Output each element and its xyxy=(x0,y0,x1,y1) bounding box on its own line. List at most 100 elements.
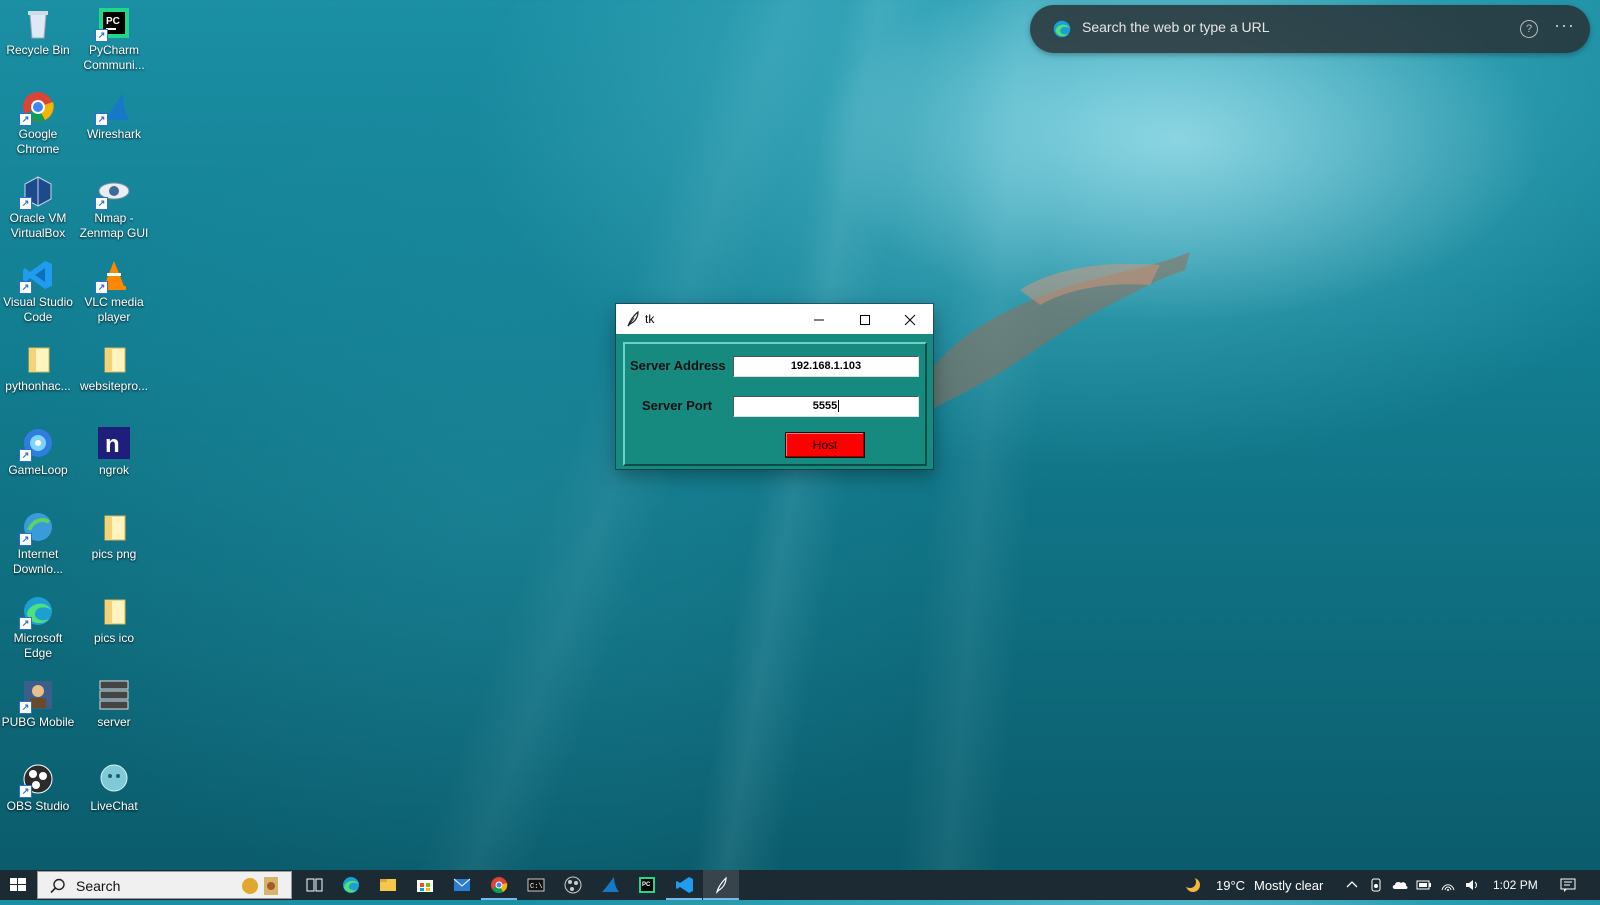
edge-icon xyxy=(1053,20,1071,38)
desktop-icon-wireshark[interactable]: ↗ Wireshark xyxy=(76,84,152,164)
desktop-icon-folder-websitepro[interactable]: websitepro... xyxy=(76,336,152,416)
taskbar-pycharm-button[interactable]: PC xyxy=(629,870,665,900)
close-button[interactable] xyxy=(887,304,933,334)
volume-icon[interactable] xyxy=(1464,877,1480,893)
desktop-icon-obs[interactable]: ↗ OBS Studio xyxy=(0,756,76,836)
text-caret xyxy=(838,400,840,413)
more-options-icon[interactable]: ··· xyxy=(1554,15,1575,36)
chevron-up-icon[interactable] xyxy=(1344,877,1360,893)
file-explorer-icon xyxy=(380,879,396,891)
desktop-icon-label: Google Chrome xyxy=(16,127,60,156)
weather-condition[interactable]: Mostly clear xyxy=(1254,878,1323,893)
desktop-icon-zenmap[interactable]: ↗ Nmap - Zenmap GUI xyxy=(76,168,152,248)
desktop-icon-label: server xyxy=(97,715,131,729)
edge-search-placeholder: Search the web or type a URL xyxy=(1082,19,1270,35)
server-port-label: Server Port xyxy=(642,398,713,413)
chrome-icon xyxy=(491,877,508,894)
desktop-icon-idm[interactable]: ↗ Internet Downlo... xyxy=(0,504,76,584)
battery-icon[interactable] xyxy=(1416,877,1432,893)
taskbar-obs-button[interactable] xyxy=(555,870,591,900)
desktop-icon-virtualbox[interactable]: ↗ Oracle VM VirtualBox xyxy=(0,168,76,248)
taskbar-wireshark-button[interactable] xyxy=(592,870,628,900)
maximize-button[interactable] xyxy=(842,304,888,334)
gameloop-icon: ↗ xyxy=(19,426,55,462)
window-client-area: Server Address 192.168.1.103 Server Port… xyxy=(616,334,933,469)
search-highlight-icon xyxy=(242,877,278,895)
desktop-icon-label: LiveChat xyxy=(90,799,138,813)
store-icon xyxy=(417,880,433,892)
server-icon xyxy=(97,678,131,712)
svg-text:PC: PC xyxy=(106,16,120,27)
desktop-icon-pycharm[interactable]: PC ↗ PyCharm Communi... xyxy=(76,0,152,80)
taskbar-mail-button[interactable] xyxy=(444,870,480,900)
desktop-icon-label: websitepro... xyxy=(79,379,149,393)
desktop-icon-label: Oracle VM VirtualBox xyxy=(9,211,67,240)
start-button[interactable] xyxy=(0,870,36,900)
host-button[interactable]: Host xyxy=(785,432,865,458)
taskbar-tk-button[interactable] xyxy=(703,870,739,900)
taskbar-vscode-button[interactable] xyxy=(666,870,702,900)
server-address-input[interactable]: 192.168.1.103 xyxy=(733,356,919,377)
desktop-icon-label: ngrok xyxy=(98,463,130,477)
desktop-icon-folder-pics-png[interactable]: pics png xyxy=(76,504,152,584)
desktop-icon-chrome[interactable]: ↗ Google Chrome xyxy=(0,84,76,164)
desktop-icon-vlc[interactable]: ↗ VLC media player xyxy=(76,252,152,332)
minimize-button[interactable] xyxy=(796,304,842,334)
server-address-label: Server Address xyxy=(630,358,726,373)
taskbar-edge-button[interactable] xyxy=(333,870,369,900)
wallpaper-diver xyxy=(910,252,1190,410)
server-address-value: 192.168.1.103 xyxy=(790,360,862,372)
obs-icon xyxy=(564,876,582,894)
notifications-icon[interactable] xyxy=(1560,877,1576,893)
svg-text:C:\: C:\ xyxy=(530,883,543,891)
search-icon xyxy=(50,878,65,894)
edge-search-bar[interactable]: Search the web or type a URL ? ··· xyxy=(1030,5,1590,53)
taskbar-search-placeholder: Search xyxy=(76,878,121,894)
vscode-icon xyxy=(676,877,693,893)
close-icon xyxy=(904,314,916,326)
desktop-icon-livechat[interactable]: LiveChat xyxy=(76,756,152,836)
desktop-icon-ngrok[interactable]: n ngrok xyxy=(76,420,152,500)
window-titlebar[interactable]: tk xyxy=(616,304,933,334)
desktop-icon-gameloop[interactable]: ↗ GameLoop xyxy=(0,420,76,500)
desktop-icon-label: Nmap - Zenmap GUI xyxy=(79,211,149,240)
desktop-icon-label: VLC media player xyxy=(84,295,144,324)
onedrive-icon[interactable] xyxy=(1392,877,1408,893)
help-icon[interactable]: ? xyxy=(1520,20,1538,38)
taskbar-store-button[interactable] xyxy=(407,870,443,900)
terminal-icon: C:\ xyxy=(527,878,545,892)
server-port-input[interactable]: 5555 xyxy=(733,396,919,417)
task-view-button[interactable] xyxy=(296,870,332,900)
wifi-icon[interactable] xyxy=(1440,877,1456,893)
desktop-icon-label: GameLoop xyxy=(8,463,68,477)
desktop-icon-folder-pythonhac[interactable]: pythonhac... xyxy=(0,336,76,416)
taskbar-file-explorer-button[interactable] xyxy=(370,870,406,900)
desktop-icon-label: pics ico xyxy=(93,631,134,645)
desktop-icon-server[interactable]: server xyxy=(76,672,152,752)
desktop-icon-label: OBS Studio xyxy=(6,799,70,813)
desktop-icon-recycle-bin[interactable]: Recycle Bin xyxy=(0,0,76,80)
desktop-icon-edge[interactable]: ↗ Microsoft Edge xyxy=(0,588,76,668)
virtualbox-icon: ↗ xyxy=(19,174,55,210)
desktop-icon-pubg[interactable]: ↗ PUBG Mobile xyxy=(0,672,76,752)
desktop-icon-folder-pics-ico[interactable]: pics ico xyxy=(76,588,152,668)
tk-feather-icon xyxy=(627,311,639,327)
pycharm-icon: PC ↗ xyxy=(95,6,131,42)
taskbar-chrome-button[interactable] xyxy=(481,870,517,900)
desktop-icon-vscode[interactable]: ↗ Visual Studio Code xyxy=(0,252,76,332)
folder-icon xyxy=(97,342,131,376)
meet-now-icon[interactable] xyxy=(1368,877,1384,893)
desktop-icon-label: PyCharm Communi... xyxy=(83,43,145,72)
taskbar-search-box[interactable]: Search xyxy=(37,871,292,899)
folder-icon xyxy=(97,510,131,544)
clock[interactable]: 1:02 PM xyxy=(1493,878,1538,892)
weather-temperature[interactable]: 19°C xyxy=(1216,878,1245,893)
desktop-icon-label: PUBG Mobile xyxy=(1,715,75,729)
vlc-icon: ↗ xyxy=(95,258,131,294)
svg-text:n: n xyxy=(105,431,120,458)
tk-feather-icon xyxy=(715,876,727,894)
taskbar-terminal-button[interactable]: C:\ xyxy=(518,870,554,900)
pycharm-icon: PC xyxy=(639,877,655,893)
edge-icon xyxy=(343,877,359,893)
wireshark-icon: ↗ xyxy=(95,90,131,126)
